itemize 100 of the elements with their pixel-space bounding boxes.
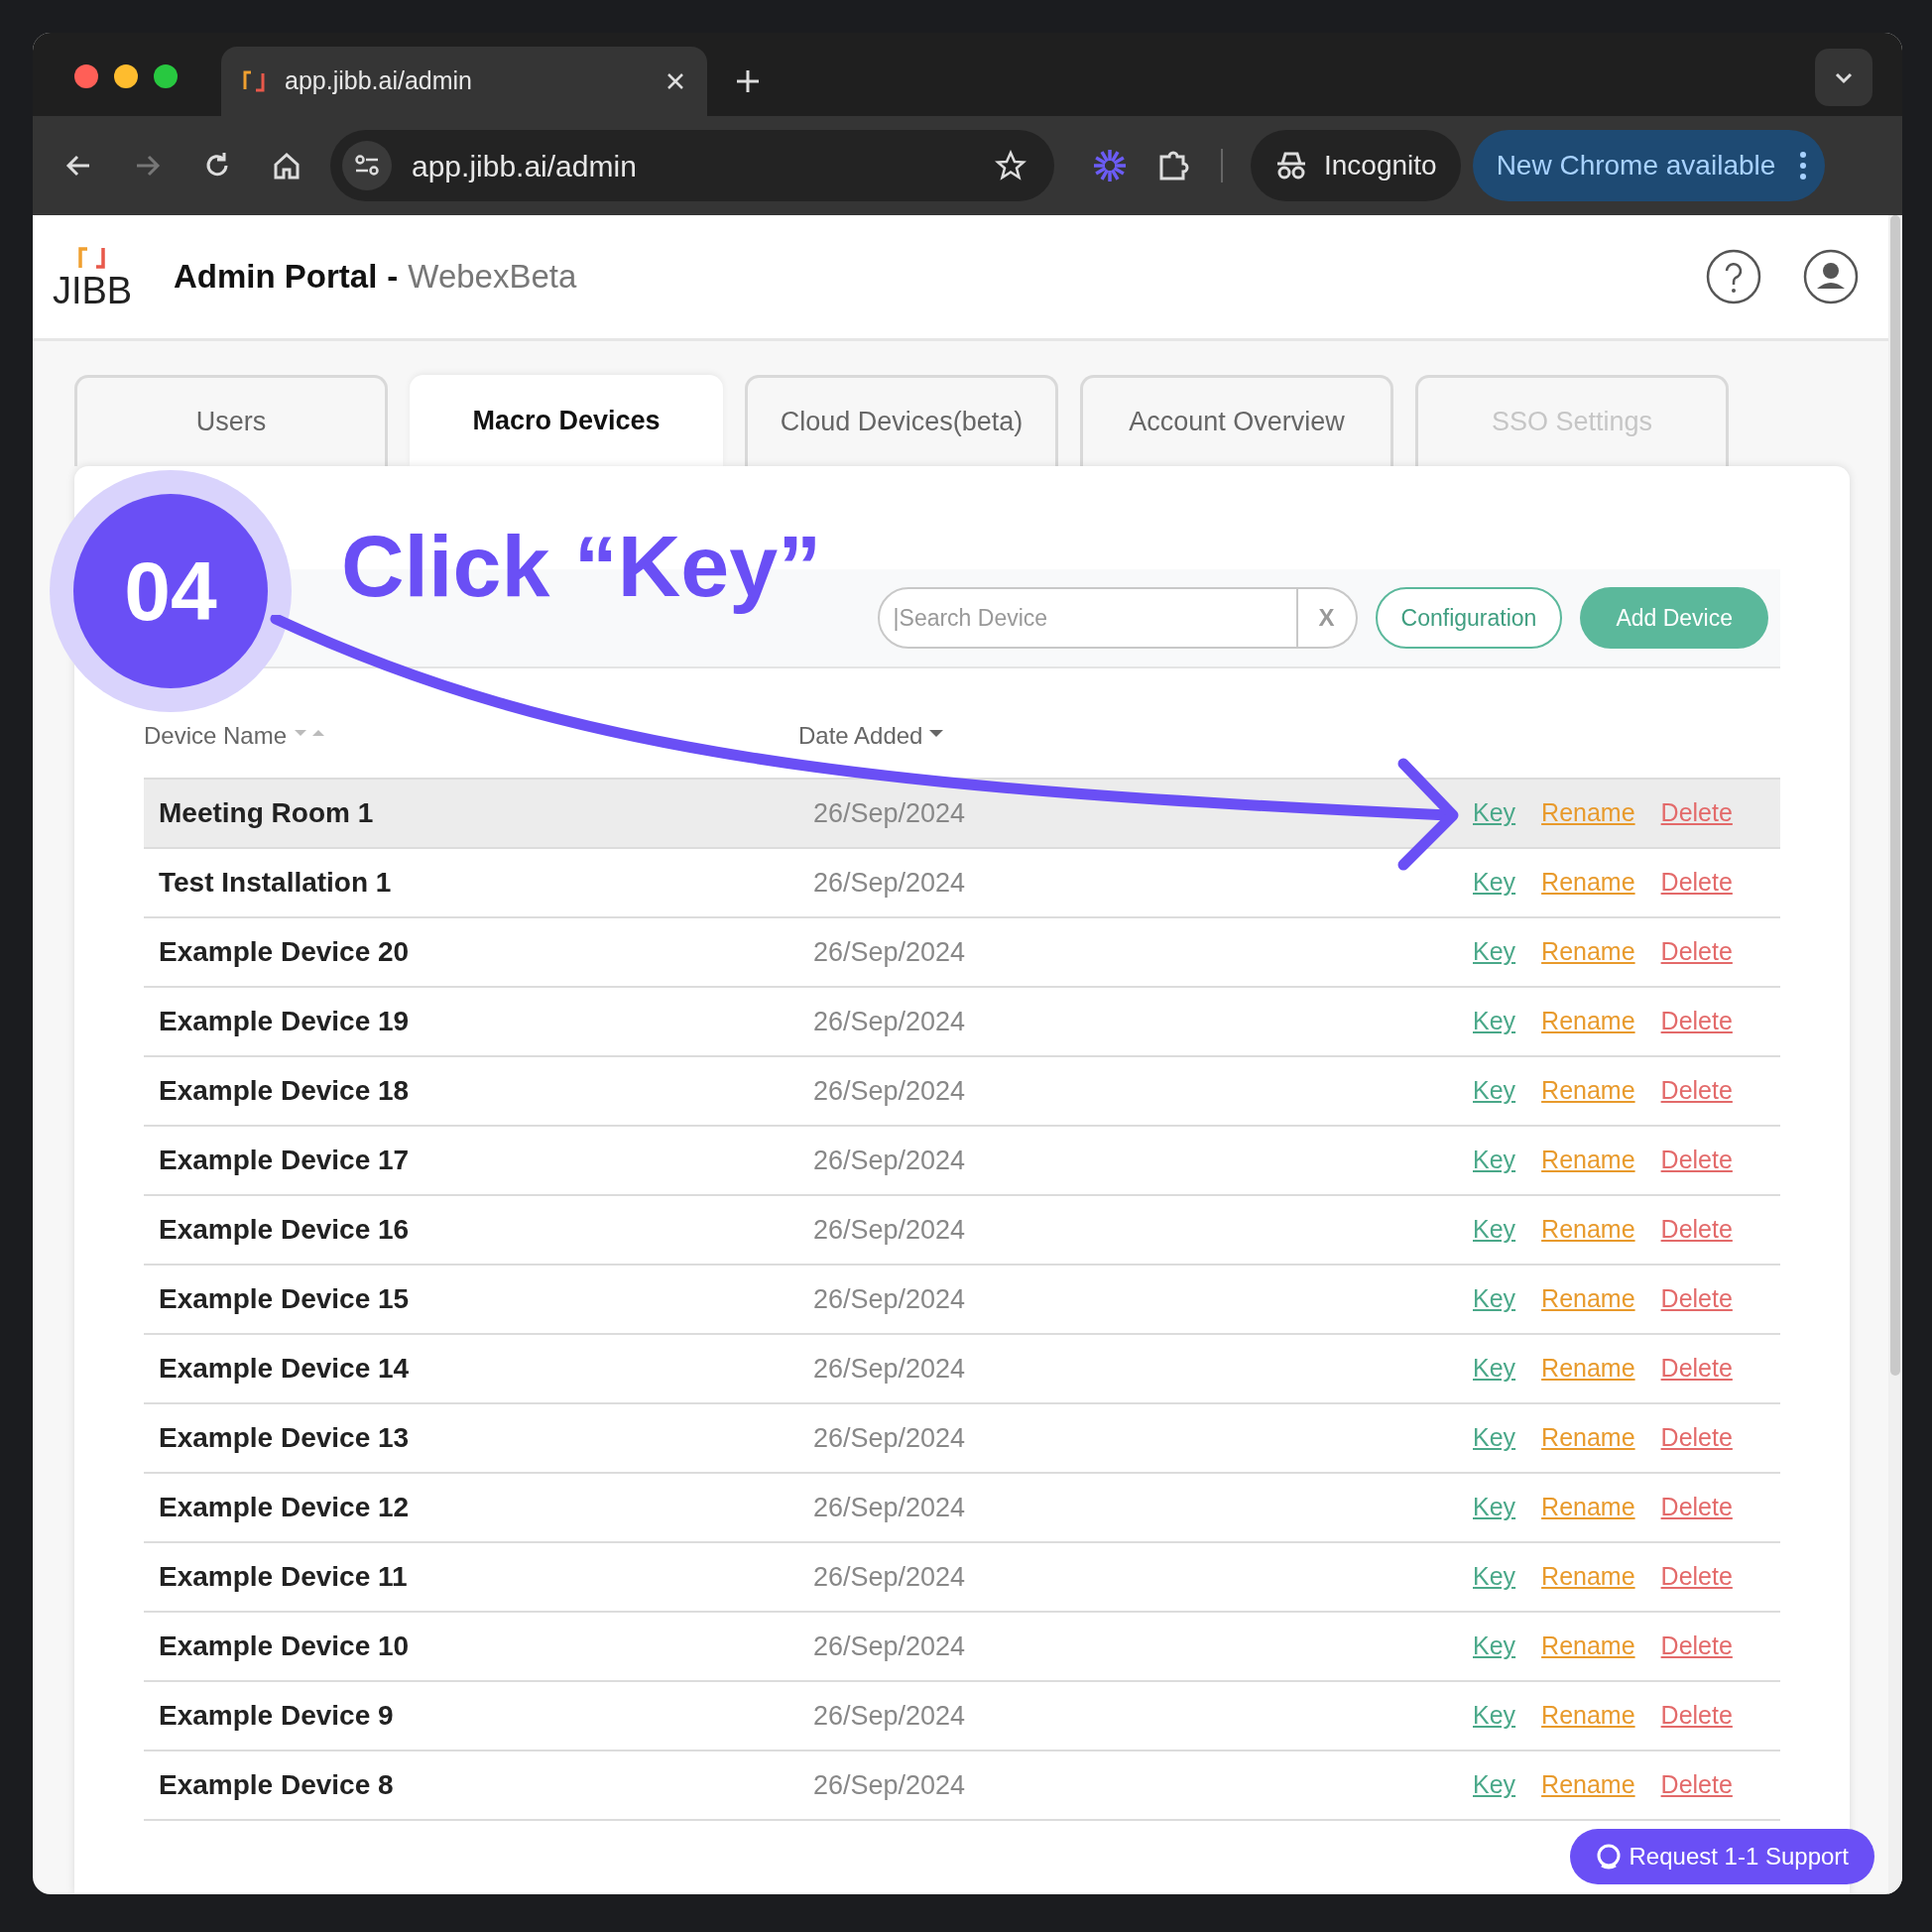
minimize-window-icon[interactable] <box>114 64 138 88</box>
table-row[interactable]: Example Device 11 26/Sep/2024 Key Rename Delete <box>144 1543 1780 1613</box>
url-text: app.jibb.ai/admin <box>412 148 638 184</box>
key-link[interactable]: Key <box>1473 933 1516 971</box>
delete-link[interactable]: Delete <box>1660 1072 1733 1110</box>
delete-link[interactable]: Delete <box>1660 1766 1733 1804</box>
table-row[interactable]: Example Device 19 26/Sep/2024 Key Rename Delete <box>144 988 1780 1057</box>
delete-link[interactable]: Delete <box>1660 1697 1733 1735</box>
new-tab-icon[interactable] <box>735 68 761 94</box>
date-added: 26/Sep/2024 <box>812 1491 967 1524</box>
table-row[interactable]: Example Device 12 26/Sep/2024 Key Rename Delete <box>144 1474 1780 1543</box>
configuration-button[interactable]: Configuration <box>1375 587 1563 649</box>
table-row[interactable]: Example Device 18 26/Sep/2024 Key Rename Delete <box>144 1057 1780 1127</box>
rename-link[interactable]: Rename <box>1541 1489 1635 1526</box>
table-row[interactable]: Example Device 9 26/Sep/2024 Key Rename Delete <box>144 1682 1780 1751</box>
delete-link[interactable]: Delete <box>1660 1003 1733 1040</box>
rename-link[interactable]: Rename <box>1541 794 1635 832</box>
date-added: 26/Sep/2024 <box>812 935 967 969</box>
rename-link[interactable]: Rename <box>1541 864 1635 902</box>
rename-link[interactable]: Rename <box>1541 1280 1635 1318</box>
delete-link[interactable]: Delete <box>1660 1628 1733 1665</box>
delete-link[interactable]: Delete <box>1660 1419 1733 1457</box>
table-row[interactable]: Example Device 15 26/Sep/2024 Key Rename Delete <box>144 1266 1780 1335</box>
key-link[interactable]: Key <box>1473 1003 1516 1040</box>
rename-link[interactable]: Rename <box>1541 1072 1635 1110</box>
rename-link[interactable]: Rename <box>1541 1628 1635 1665</box>
device-name: Example Device 18 <box>158 1074 411 1108</box>
delete-link[interactable]: Delete <box>1660 1350 1733 1388</box>
key-link[interactable]: Key <box>1473 1072 1516 1110</box>
nav-tab[interactable]: Cloud Devices(beta) <box>745 375 1058 466</box>
table-row[interactable]: Example Device 16 26/Sep/2024 Key Rename Delete <box>144 1196 1780 1266</box>
key-link[interactable]: Key <box>1473 1280 1516 1318</box>
key-link[interactable]: Key <box>1473 794 1516 832</box>
rename-link[interactable]: Rename <box>1541 1003 1635 1040</box>
delete-link[interactable]: Delete <box>1660 794 1733 832</box>
close-window-icon[interactable] <box>74 64 98 88</box>
extensions-puzzle-icon[interactable] <box>1157 149 1191 182</box>
delete-link[interactable]: Delete <box>1660 933 1733 971</box>
date-added: 26/Sep/2024 <box>812 1421 967 1455</box>
search-field[interactable]: |Search Device <box>877 587 1298 649</box>
key-link[interactable]: Key <box>1473 1419 1516 1457</box>
rename-link[interactable]: Rename <box>1541 1419 1635 1457</box>
key-link[interactable]: Key <box>1473 1766 1516 1804</box>
clear-search-button[interactable]: X <box>1297 587 1358 649</box>
bookmark-star-icon[interactable] <box>995 150 1026 181</box>
delete-link[interactable]: Delete <box>1660 1280 1733 1318</box>
delete-link[interactable]: Delete <box>1660 864 1733 902</box>
key-link[interactable]: Key <box>1473 1350 1516 1388</box>
date-added: 26/Sep/2024 <box>812 1213 967 1247</box>
rename-link[interactable]: Rename <box>1541 1766 1635 1804</box>
rename-link[interactable]: Rename <box>1541 1558 1635 1596</box>
device-name: Example Device 17 <box>158 1144 411 1177</box>
zoom-window-icon[interactable] <box>154 64 178 88</box>
table-row[interactable]: Example Device 10 26/Sep/2024 Key Rename Delete <box>144 1613 1780 1682</box>
key-link[interactable]: Key <box>1473 1211 1516 1249</box>
rename-link[interactable]: Rename <box>1541 1697 1635 1735</box>
extension-sunburst-icon[interactable] <box>1092 148 1128 183</box>
table-row[interactable]: Test Installation 1 26/Sep/2024 Key Rename Delete <box>144 849 1780 918</box>
new-chrome-available-button[interactable]: New Chrome available <box>1472 130 1826 201</box>
help-icon[interactable] <box>1706 249 1761 304</box>
address-bar[interactable]: app.jibb.ai/admin <box>330 130 1054 201</box>
sort-down-icon[interactable] <box>928 728 945 738</box>
table-row[interactable]: Example Device 13 26/Sep/2024 Key Rename Delete <box>144 1404 1780 1474</box>
add-device-button[interactable]: Add Device <box>1580 587 1768 649</box>
chevron-down-icon <box>1834 70 1854 84</box>
delete-link[interactable]: Delete <box>1660 1211 1733 1249</box>
tab-search-button[interactable] <box>1815 49 1872 106</box>
table-row[interactable]: Meeting Room 1 26/Sep/2024 Key Rename Delete <box>144 780 1780 849</box>
table-row[interactable]: Example Device 17 26/Sep/2024 Key Rename Delete <box>144 1127 1780 1196</box>
rename-link[interactable]: Rename <box>1541 1211 1635 1249</box>
browser-tab[interactable]: app.jibb.ai/admin <box>221 47 707 116</box>
request-support-button[interactable]: Request 1-1 Support <box>1569 1829 1874 1884</box>
key-link[interactable]: Key <box>1473 1697 1516 1735</box>
key-link[interactable]: Key <box>1473 1558 1516 1596</box>
table-row[interactable]: Example Device 20 26/Sep/2024 Key Rename Delete <box>144 918 1780 988</box>
rename-link[interactable]: Rename <box>1541 1350 1635 1388</box>
user-account-icon[interactable] <box>1803 249 1859 304</box>
device-name: Example Device 12 <box>158 1491 411 1524</box>
site-settings-icon[interactable] <box>342 141 392 190</box>
nav-tab[interactable]: Macro Devices <box>410 375 723 466</box>
column-header: Date Added <box>798 721 923 751</box>
device-name: Example Device 9 <box>158 1699 395 1733</box>
key-link[interactable]: Key <box>1473 864 1516 902</box>
delete-link[interactable]: Delete <box>1660 1142 1733 1179</box>
incognito-button[interactable]: Incognito <box>1251 130 1461 201</box>
delete-link[interactable]: Delete <box>1660 1489 1733 1526</box>
table-row[interactable]: Example Device 14 26/Sep/2024 Key Rename Delete <box>144 1335 1780 1404</box>
nav-tab[interactable]: Account Overview <box>1080 375 1393 466</box>
device-name: Example Device 20 <box>158 935 411 969</box>
delete-link[interactable]: Delete <box>1660 1558 1733 1596</box>
rename-link[interactable]: Rename <box>1541 1142 1635 1179</box>
key-link[interactable]: Key <box>1473 1489 1516 1526</box>
device-name: Meeting Room 1 <box>158 796 375 830</box>
key-link[interactable]: Key <box>1473 1142 1516 1179</box>
close-icon[interactable] <box>665 71 685 91</box>
table-row[interactable]: Example Device 8 26/Sep/2024 Key Rename Delete <box>144 1751 1780 1821</box>
rename-link[interactable]: Rename <box>1541 933 1635 971</box>
nav-tab[interactable]: Users <box>74 375 388 466</box>
key-link[interactable]: Key <box>1473 1628 1516 1665</box>
logo-icon <box>243 69 265 93</box>
